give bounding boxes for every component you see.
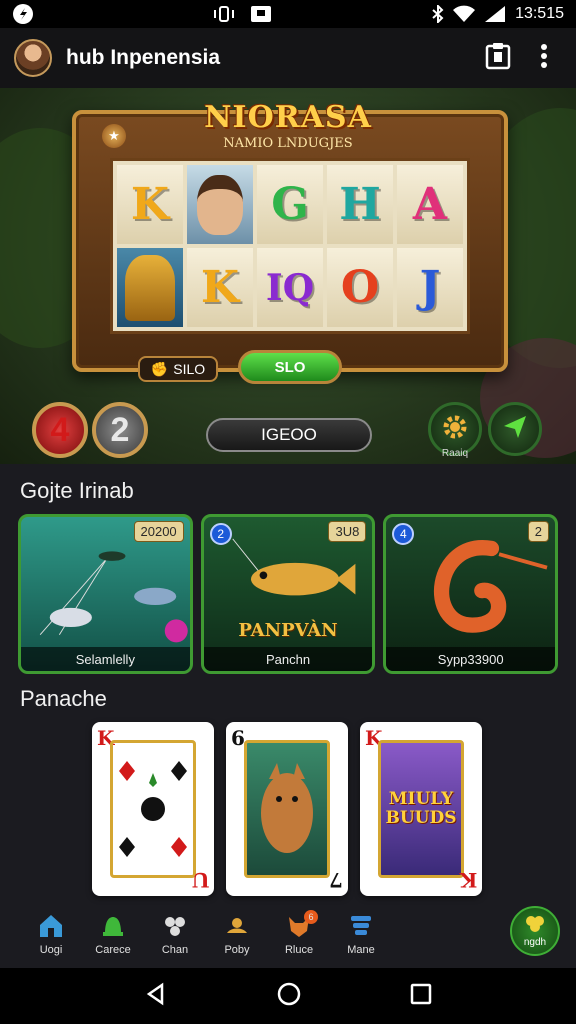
game-card-tag: 3U8 <box>328 521 367 542</box>
nav-label: Rluce <box>284 944 314 956</box>
section-title-games: Gojte Irinab <box>20 478 134 503</box>
recents-icon[interactable] <box>410 983 432 1010</box>
home-icon[interactable] <box>276 981 302 1012</box>
chip-icon <box>160 912 190 940</box>
back-icon[interactable] <box>144 982 168 1011</box>
app-bar: hub Inpenensia <box>0 28 576 88</box>
clipboard-button[interactable] <box>480 40 516 76</box>
app-logo-icon <box>12 3 34 25</box>
signal-icon <box>483 5 507 23</box>
reel-symbol-portrait <box>187 165 253 244</box>
genie-icon <box>222 912 252 940</box>
app-screen: 13:515 hub Inpenensia ★ NIORASA NAMIO LN… <box>0 0 576 1024</box>
bonus-badge-icon[interactable]: ★ <box>102 124 126 148</box>
nav-item-uogi[interactable]: Uogi <box>20 912 82 956</box>
overflow-menu-icon <box>540 43 548 74</box>
house-icon <box>36 912 66 940</box>
status-time: 13:515 <box>515 5 564 22</box>
reel-symbol: H <box>327 165 393 244</box>
nav-item-rluce[interactable]: 6 Rluce <box>268 910 330 956</box>
slot-hero: ★ NIORASA NAMIO LNDUGJES K G H A K IQ O … <box>0 88 576 464</box>
balance-button[interactable]: IGEOO <box>206 418 372 452</box>
nav-label: Uogi <box>39 944 63 956</box>
overflow-menu-button[interactable] <box>526 40 562 76</box>
fist-icon: ✊ <box>150 360 169 377</box>
reel-symbol: K <box>117 165 183 244</box>
level-coin-red[interactable]: 4 <box>32 402 88 458</box>
reel-symbol: O <box>327 248 393 327</box>
section-title-cards: Panache <box>20 686 107 711</box>
playing-card[interactable]: K U <box>92 722 214 896</box>
card-corner-rank: 7 <box>329 868 343 892</box>
reel-symbol: J <box>397 248 463 327</box>
clover-icon <box>524 914 546 937</box>
card-face <box>244 740 330 878</box>
nav-label: Poby <box>224 944 250 956</box>
game-card-badge: 2 <box>209 523 232 545</box>
spin-button[interactable]: SLO <box>238 350 342 384</box>
reel-symbol: K <box>187 248 253 327</box>
reel-symbol: G <box>257 165 323 244</box>
game-card-label: Sypp33900 <box>386 647 556 671</box>
playing-card[interactable]: K MIULY BUUDS K <box>360 722 482 896</box>
notification-icon <box>250 5 272 23</box>
bet-pill-label: SILO <box>173 361 206 377</box>
game-card-row: 20200 Selamlelly 2 3U8 PANPVÀN Panchn 4 … <box>18 514 559 674</box>
nav-item-carece[interactable]: Carece <box>82 912 144 956</box>
bottom-nav: Uogi Carece Chan Poby 6 Rluce Mane <box>0 900 576 968</box>
floating-action-button[interactable]: ngdh <box>510 906 560 956</box>
reel-symbol: A <box>397 165 463 244</box>
system-nav-bar <box>0 968 576 1024</box>
nav-item-chan[interactable]: Chan <box>144 912 206 956</box>
bet-pill[interactable]: ✊ SILO <box>138 356 218 382</box>
bluetooth-icon <box>431 5 445 23</box>
card-corner-rank: 6 <box>231 726 245 750</box>
game-card[interactable]: 4 2 Sypp33900 <box>383 514 559 674</box>
card-face <box>110 740 196 878</box>
game-card-tag: 20200 <box>133 521 184 542</box>
nav-label: Chan <box>161 944 189 956</box>
fab-label: ngdh <box>523 937 547 948</box>
slot-reels[interactable]: K G H A K IQ O J <box>110 158 470 334</box>
nav-label: Carece <box>95 944 131 956</box>
settings-label: Raaiq <box>441 448 469 459</box>
game-card-label: Selamlelly <box>21 647 190 671</box>
card-corner-rank: K <box>459 868 477 892</box>
share-button[interactable] <box>488 402 542 456</box>
card-face: MIULY BUUDS <box>378 740 464 878</box>
app-title: hub Inpenensia <box>66 46 221 69</box>
wifi-icon <box>453 5 476 23</box>
send-arrow-icon <box>500 412 530 447</box>
stack-icon <box>346 912 376 940</box>
bell-icon <box>98 912 128 940</box>
playing-card-row: K U 6 7 K MIULY BUUDS K <box>92 722 484 896</box>
gear-icon <box>440 412 470 447</box>
game-card[interactable]: 2 3U8 PANPVÀN Panchn <box>200 514 376 674</box>
nav-label: Mane <box>347 944 375 956</box>
reel-symbol: IQ <box>257 248 323 327</box>
game-card-art-title: PANPVÀN <box>238 620 338 641</box>
clipboard-icon <box>485 42 511 75</box>
game-card-label: Panchn <box>203 647 373 671</box>
level-coin-grey[interactable]: 2 <box>92 402 148 458</box>
card-corner-rank: U <box>191 868 209 892</box>
nav-item-poby[interactable]: Poby <box>206 912 268 956</box>
nav-item-mane[interactable]: Mane <box>330 912 392 956</box>
status-bar: 13:515 <box>0 0 576 28</box>
avatar[interactable] <box>14 39 52 77</box>
reel-symbol-totem <box>117 248 183 327</box>
vibrate-icon <box>212 5 236 23</box>
slot-title: NIORASA <box>204 100 372 135</box>
game-card-tag: 2 <box>527 521 550 542</box>
game-card[interactable]: 20200 Selamlelly <box>18 514 193 674</box>
slot-subtitle: NAMIO LNDUGJES <box>223 136 353 151</box>
notification-badge: 6 <box>304 910 318 924</box>
card-art-text: MIULY BUUDS <box>385 789 457 828</box>
playing-card[interactable]: 6 7 <box>226 722 348 896</box>
